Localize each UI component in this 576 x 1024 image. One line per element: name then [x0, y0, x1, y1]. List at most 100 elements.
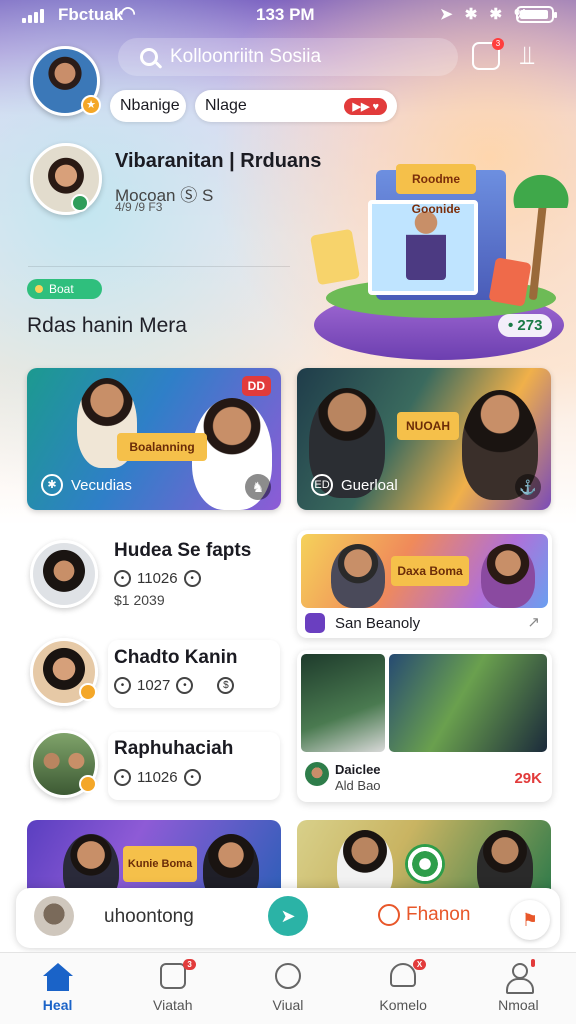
- video-thumbnail: [301, 654, 385, 752]
- share-icon[interactable]: ↗: [527, 613, 540, 631]
- clock-icon: [378, 904, 400, 926]
- promo-card[interactable]: Daxa Boma San Beanoly ↗: [297, 530, 552, 638]
- verified-icon: [79, 683, 97, 701]
- tab-bar: Heal 3 Viatah Viual X Komelo Nmoal: [0, 952, 576, 1024]
- divider: [28, 266, 290, 267]
- card-sign: Kunie Boma: [123, 846, 197, 882]
- card-icon: ED: [311, 474, 333, 496]
- search-icon: [274, 963, 301, 989]
- user-avatar[interactable]: ★: [30, 46, 101, 116]
- video-card[interactable]: Daiclee Ald Bao 29K: [297, 650, 552, 802]
- person-figure: [481, 544, 535, 608]
- video-title: Daiclee: [335, 762, 381, 777]
- verified-badge-icon: ★: [81, 95, 101, 115]
- card-sign: Boalanning: [117, 433, 207, 461]
- view-count: 29K: [514, 770, 542, 787]
- person-figure: [331, 544, 385, 608]
- video-icon: [159, 963, 186, 989]
- coin-icon: [35, 285, 43, 293]
- pill-live[interactable]: Nlage ▶▶ ♥: [195, 90, 397, 122]
- list-item-meta: • 11026 •: [114, 769, 201, 786]
- tab-label: Heal: [42, 997, 73, 1013]
- clock-icon: •: [114, 570, 131, 587]
- list-avatar[interactable]: [30, 638, 98, 706]
- card-label: ✱ Vecudias: [41, 474, 132, 496]
- feature-card[interactable]: Boalanning DD ✱ Vecudias ♞: [27, 368, 281, 510]
- feature-card[interactable]: NUOAH ED Guerloal ⚓: [297, 368, 551, 510]
- status-bar: Fbctuak ◠ 133 PM ➤ ✱ ✱ %: [0, 0, 576, 30]
- info-icon: •: [183, 570, 201, 587]
- creator-avatar[interactable]: [305, 762, 329, 786]
- live-badge: ▶▶ ♥: [344, 97, 387, 115]
- mini-player[interactable]: uhoontong ➤ Fhanon ⚑: [16, 888, 560, 948]
- hero-illustration[interactable]: Roodme Goonide • 273: [296, 140, 576, 370]
- share-icon[interactable]: ♞: [245, 474, 271, 500]
- tab-search[interactable]: Viual: [230, 953, 345, 1024]
- hero-count: • 273: [498, 314, 553, 337]
- list-item-sub: $1 2039: [114, 592, 165, 608]
- promo-label: San Beanoly: [305, 613, 420, 633]
- pill-label: Nlage: [205, 97, 247, 114]
- list-item-meta: • 1027 • $: [114, 677, 235, 694]
- wifi-icon: ◠: [120, 3, 136, 23]
- tab-home[interactable]: Heal: [0, 953, 115, 1024]
- info-icon: •: [183, 769, 201, 786]
- user-icon: [505, 963, 535, 994]
- clock-icon: •: [114, 677, 131, 694]
- verified-icon: [79, 775, 97, 793]
- notification-count: 3: [492, 38, 504, 50]
- card-sign: Daxa Boma: [391, 556, 469, 586]
- tab-label: Komelo: [379, 997, 427, 1013]
- hero-sign: Roodme Goonide: [396, 164, 476, 216]
- video-subtitle: Ald Bao: [335, 778, 381, 793]
- tab-notifications[interactable]: X Komelo: [346, 953, 461, 1024]
- favorite-button[interactable]: ⚑: [510, 900, 550, 940]
- pill-label: Nbanige: [120, 97, 180, 114]
- profile-avatar[interactable]: [30, 143, 102, 215]
- signal-icon: [22, 9, 44, 23]
- list-item-name[interactable]: Hudea Se fapts: [114, 540, 251, 562]
- player-title: uhoontong: [104, 906, 194, 927]
- tab-badge: X: [412, 959, 427, 970]
- tab-label: Viual: [272, 997, 304, 1013]
- list-item-meta: • 11026 •: [114, 570, 201, 587]
- status-time: 133 PM: [256, 5, 315, 24]
- bell-icon: [390, 963, 417, 987]
- battery-icon: [516, 6, 557, 23]
- section-title: Rdas hanin Mera: [27, 314, 187, 337]
- target-icon: [405, 844, 445, 884]
- list-item-name[interactable]: Raphuhaciah: [114, 738, 233, 760]
- search-input[interactable]: Kolloonriitn Sosiia: [170, 46, 321, 68]
- card-icon: ✱: [41, 474, 63, 496]
- list-avatar[interactable]: [30, 730, 98, 798]
- boat-tag[interactable]: Boat: [27, 279, 102, 299]
- palm-tree-icon: [528, 199, 548, 301]
- anchor-icon[interactable]: ⚓: [515, 474, 541, 500]
- profile-icons: Ⓢ S: [180, 186, 214, 205]
- profile-date: 4/9 /9 F3: [115, 200, 163, 214]
- video-thumbnail: [389, 654, 547, 752]
- tab-badge: 3: [183, 959, 196, 970]
- palm-leaves-icon: [506, 168, 576, 208]
- list-avatar[interactable]: [30, 540, 98, 608]
- home-icon: [42, 963, 73, 991]
- dollar-icon: $: [217, 677, 235, 694]
- tab-watch[interactable]: 3 Viatah: [115, 953, 230, 1024]
- tab-profile[interactable]: Nmoal: [461, 953, 576, 1024]
- search-bar[interactable]: Kolloonriitn Sosiia: [118, 38, 458, 76]
- pill-manage[interactable]: Nbanige: [110, 90, 186, 122]
- promo-image: Daxa Boma: [301, 534, 548, 608]
- online-check-icon: [71, 194, 89, 212]
- play-button[interactable]: ➤: [268, 896, 308, 936]
- player-thumbnail: [34, 896, 74, 936]
- list-item-name[interactable]: Chadto Kanin: [114, 647, 238, 669]
- player-schedule[interactable]: Fhanon: [378, 904, 470, 926]
- tab-badge-dot: [531, 959, 536, 967]
- notifications-button[interactable]: 3: [472, 38, 504, 70]
- profile-name[interactable]: Vibaranitan | Rrduans: [115, 150, 321, 173]
- app-icon: [305, 613, 325, 633]
- tab-label: Nmoal: [498, 997, 539, 1013]
- tab-label: Viatah: [153, 997, 193, 1013]
- send-icon[interactable]: ⫫: [520, 40, 535, 70]
- clock-icon: •: [114, 769, 131, 786]
